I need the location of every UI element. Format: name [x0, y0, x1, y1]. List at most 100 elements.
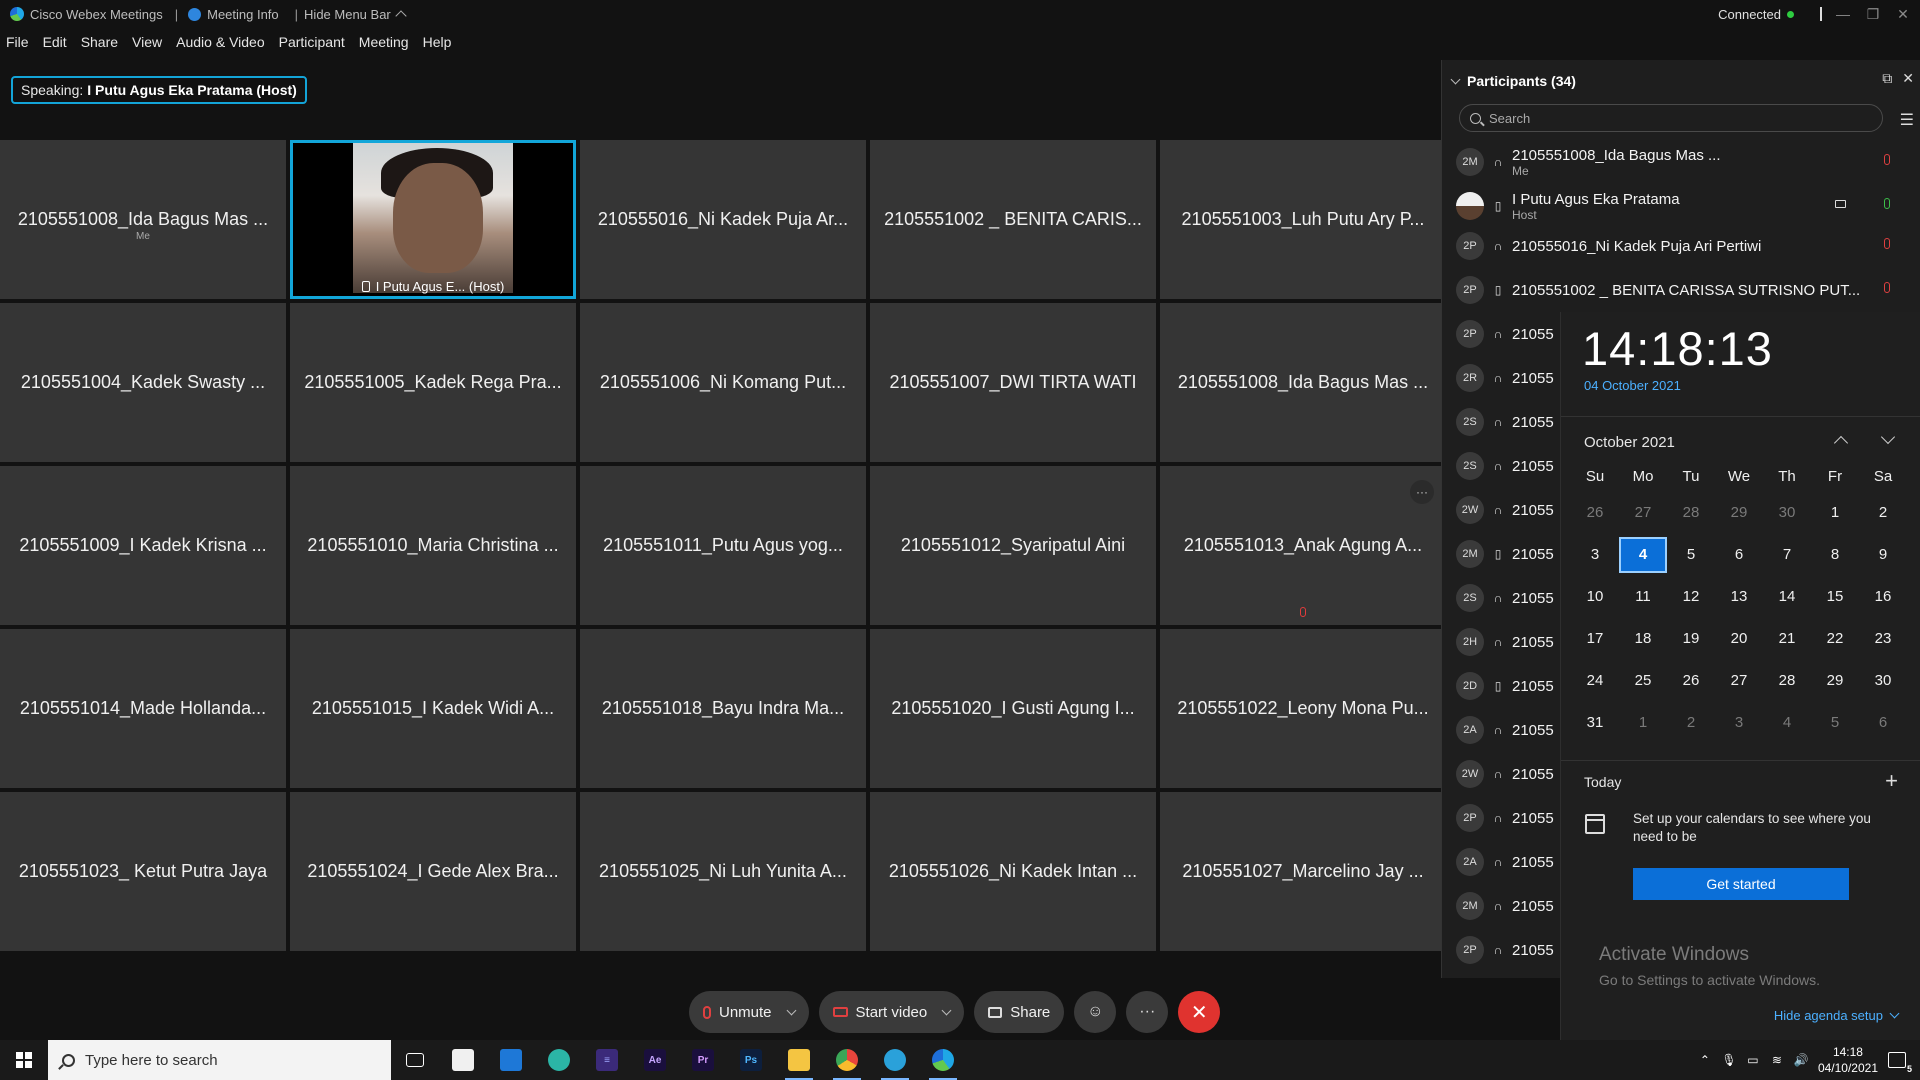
calendar-day[interactable]: 28: [1667, 495, 1715, 531]
calendar-day-today[interactable]: 4: [1619, 537, 1667, 573]
chevron-up-icon[interactable]: [1833, 435, 1849, 451]
calendar-day[interactable]: 31: [1571, 705, 1619, 741]
calendar-day[interactable]: 26: [1571, 495, 1619, 531]
wifi-icon[interactable]: ≋: [1770, 1053, 1784, 1067]
calendar-day[interactable]: 3: [1715, 705, 1763, 741]
start-video-button[interactable]: Start video: [818, 991, 965, 1033]
vs-app[interactable]: ≡: [583, 1040, 631, 1080]
menu-file[interactable]: File: [6, 34, 29, 56]
calendar-day[interactable]: 17: [1571, 621, 1619, 657]
video-tile[interactable]: 2105551022_Leony Mona Pu...: [1160, 629, 1446, 788]
calendar-day[interactable]: 3: [1571, 537, 1619, 573]
participants-header[interactable]: Participants (34): [1450, 70, 1912, 92]
taskbar-search-input[interactable]: Type here to search: [48, 1040, 391, 1080]
file-explorer-app[interactable]: [775, 1040, 823, 1080]
taskbar-clock[interactable]: 14:18 04/10/2021: [1818, 1044, 1878, 1076]
menu-audio-video[interactable]: Audio & Video: [176, 34, 264, 56]
after-effects-app[interactable]: Ae: [631, 1040, 679, 1080]
leave-meeting-button[interactable]: ✕: [1178, 991, 1221, 1033]
video-tile[interactable]: 2105551010_Maria Christina ...: [290, 466, 576, 625]
participant-row[interactable]: 2P ▯ 2105551002 _ BENITA CARISSA SUTRISNO …: [1456, 268, 1906, 312]
close-window-button[interactable]: ✕: [1888, 0, 1918, 28]
chevron-down-icon[interactable]: [786, 1005, 796, 1015]
calendar-day[interactable]: 15: [1811, 579, 1859, 615]
hide-agenda-button[interactable]: Hide agenda setup: [1774, 1008, 1900, 1023]
calendar-day[interactable]: 29: [1715, 495, 1763, 531]
calendar-day[interactable]: 5: [1667, 537, 1715, 573]
close-panel-icon[interactable]: ✕: [1902, 70, 1914, 87]
video-tile[interactable]: 2105551020_I Gusti Agung I...: [870, 629, 1156, 788]
calendar-day[interactable]: 23: [1859, 621, 1907, 657]
calendar-day[interactable]: 20: [1715, 621, 1763, 657]
calendar-day[interactable]: 9: [1859, 537, 1907, 573]
calendar-day[interactable]: 13: [1715, 579, 1763, 615]
clock-date[interactable]: 04 October 2021: [1584, 378, 1681, 393]
video-tile[interactable]: 2105551012_Syaripatul Aini: [870, 466, 1156, 625]
edge-app[interactable]: [535, 1040, 583, 1080]
calendar-day[interactable]: 18: [1619, 621, 1667, 657]
participants-search-input[interactable]: Search: [1459, 104, 1883, 132]
video-tile[interactable]: 2105551014_Made Hollanda...: [0, 629, 286, 788]
get-started-button[interactable]: Get started: [1633, 868, 1849, 900]
calendar-day[interactable]: 27: [1619, 495, 1667, 531]
store-app[interactable]: [439, 1040, 487, 1080]
notifications-icon[interactable]: 5: [1888, 1052, 1912, 1074]
video-tile[interactable]: 2105551005_Kadek Rega Pra...: [290, 303, 576, 462]
mail-app[interactable]: [487, 1040, 535, 1080]
chevron-down-icon[interactable]: [941, 1005, 952, 1015]
video-tile[interactable]: 2105551008_Ida Bagus Mas ... Me: [0, 140, 286, 299]
video-tile-active-speaker[interactable]: I Putu Agus E... (Host): [290, 140, 576, 299]
restore-button[interactable]: ❐: [1858, 0, 1888, 28]
calendar-day[interactable]: 1: [1811, 495, 1859, 531]
calendar-day[interactable]: 6: [1715, 537, 1763, 573]
battery-icon[interactable]: ▭: [1746, 1053, 1760, 1067]
video-tile[interactable]: 2105551027_Marcelino Jay ...: [1160, 792, 1446, 951]
video-tile[interactable]: 2105551025_Ni Luh Yunita A...: [580, 792, 866, 951]
calendar-day[interactable]: 4: [1763, 705, 1811, 741]
pop-out-icon[interactable]: ⧉: [1882, 70, 1892, 87]
month-label[interactable]: October 2021: [1584, 434, 1675, 451]
participant-row[interactable]: ▯ I Putu Agus Eka Pratama Host: [1456, 184, 1906, 228]
start-button[interactable]: [0, 1040, 48, 1080]
calendar-day[interactable]: 1: [1619, 705, 1667, 741]
calendar-day[interactable]: 2: [1667, 705, 1715, 741]
hide-menu-bar-button[interactable]: | Hide Menu Bar: [289, 7, 407, 22]
menu-help[interactable]: Help: [423, 34, 452, 56]
calendar-day[interactable]: 16: [1859, 579, 1907, 615]
video-tile[interactable]: 2105551004_Kadek Swasty ...: [0, 303, 286, 462]
more-options-button[interactable]: ···: [1126, 991, 1169, 1033]
meeting-info-button[interactable]: Meeting Info: [188, 7, 279, 22]
participant-row[interactable]: 2M ∩ 2105551008_Ida Bagus Mas ... Me: [1456, 140, 1906, 184]
calendar-day[interactable]: 19: [1667, 621, 1715, 657]
video-tile[interactable]: 2105551011_Putu Agus yog...: [580, 466, 866, 625]
video-tile[interactable]: 2105551026_Ni Kadek Intan ...: [870, 792, 1156, 951]
menu-edit[interactable]: Edit: [43, 34, 67, 56]
webex-app[interactable]: [919, 1040, 967, 1080]
sort-icon[interactable]: ☰: [1900, 110, 1914, 130]
calendar-day[interactable]: 28: [1763, 663, 1811, 699]
video-tile[interactable]: 2105551015_I Kadek Widi A...: [290, 629, 576, 788]
participant-row[interactable]: 2P ∩ 210555016_Ni Kadek Puja Ari Pertiwi: [1456, 224, 1906, 268]
calendar-day[interactable]: 14: [1763, 579, 1811, 615]
video-tile[interactable]: 2105551006_Ni Komang Put...: [580, 303, 866, 462]
volume-icon[interactable]: 🔊: [1793, 1053, 1808, 1067]
video-tile[interactable]: 2105551024_I Gede Alex Bra...: [290, 792, 576, 951]
calendar-day[interactable]: 24: [1571, 663, 1619, 699]
calendar-day[interactable]: 22: [1811, 621, 1859, 657]
calendar-day[interactable]: 29: [1811, 663, 1859, 699]
reactions-button[interactable]: ☺: [1074, 991, 1117, 1033]
calendar-day[interactable]: 12: [1667, 579, 1715, 615]
add-event-icon[interactable]: +: [1885, 768, 1898, 794]
calendar-day[interactable]: 2: [1859, 495, 1907, 531]
video-tile[interactable]: 2105551013_Anak Agung A... ···: [1160, 466, 1446, 625]
photoshop-app[interactable]: Ps: [727, 1040, 775, 1080]
calendar-day[interactable]: 5: [1811, 705, 1859, 741]
chevron-down-icon[interactable]: [1880, 429, 1896, 445]
unmute-button[interactable]: Unmute: [689, 991, 809, 1033]
calendar-day[interactable]: 30: [1763, 495, 1811, 531]
video-tile[interactable]: 210555016_Ni Kadek Puja Ar...: [580, 140, 866, 299]
calendar-day[interactable]: 27: [1715, 663, 1763, 699]
video-tile[interactable]: 2105551003_Luh Putu Ary P...: [1160, 140, 1446, 299]
video-tile[interactable]: 2105551008_Ida Bagus Mas ...: [1160, 303, 1446, 462]
share-button[interactable]: Share: [974, 991, 1065, 1033]
